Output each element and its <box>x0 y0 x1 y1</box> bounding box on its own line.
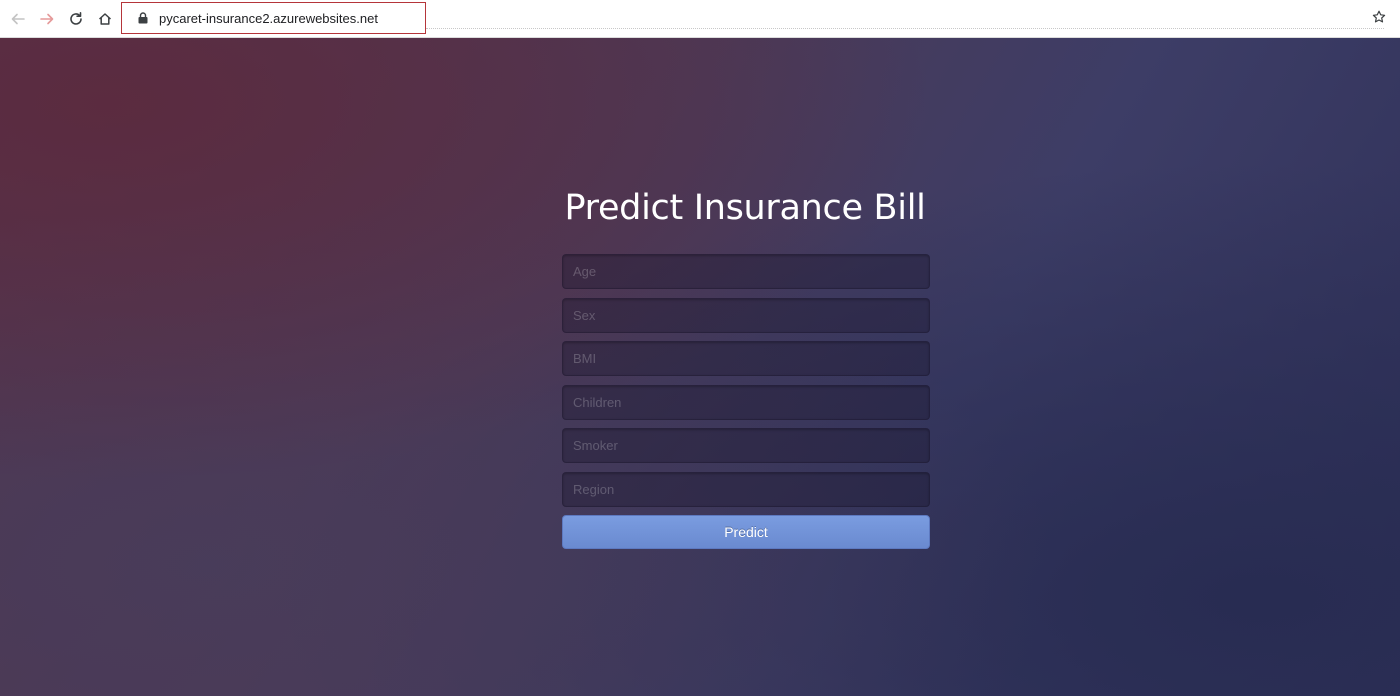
toolbar-divider <box>426 28 1384 29</box>
browser-toolbar: pycaret-insurance2.azurewebsites.net <box>0 0 1400 38</box>
lock-icon <box>136 11 150 25</box>
back-button[interactable] <box>6 7 30 31</box>
region-input[interactable] <box>562 471 930 507</box>
back-arrow-icon <box>10 11 26 27</box>
forward-arrow-icon <box>39 11 55 27</box>
bmi-input[interactable] <box>562 341 930 376</box>
bookmark-button[interactable] <box>1368 8 1390 30</box>
star-icon <box>1372 10 1386 29</box>
address-bar[interactable]: pycaret-insurance2.azurewebsites.net <box>121 2 426 34</box>
children-input[interactable] <box>562 384 930 420</box>
page-content: Predict Insurance Bill Predict <box>0 38 1400 696</box>
reload-icon <box>68 11 84 27</box>
sex-input[interactable] <box>562 297 930 333</box>
url-text: pycaret-insurance2.azurewebsites.net <box>159 10 378 26</box>
predict-button[interactable]: Predict <box>562 515 930 549</box>
prediction-form: Predict <box>562 254 930 549</box>
home-button[interactable] <box>93 7 117 31</box>
reload-button[interactable] <box>64 7 88 31</box>
smoker-input[interactable] <box>562 428 930 463</box>
age-input[interactable] <box>562 254 930 289</box>
home-icon <box>97 11 113 27</box>
forward-button[interactable] <box>35 7 59 31</box>
page-title: Predict Insurance Bill <box>564 188 926 228</box>
